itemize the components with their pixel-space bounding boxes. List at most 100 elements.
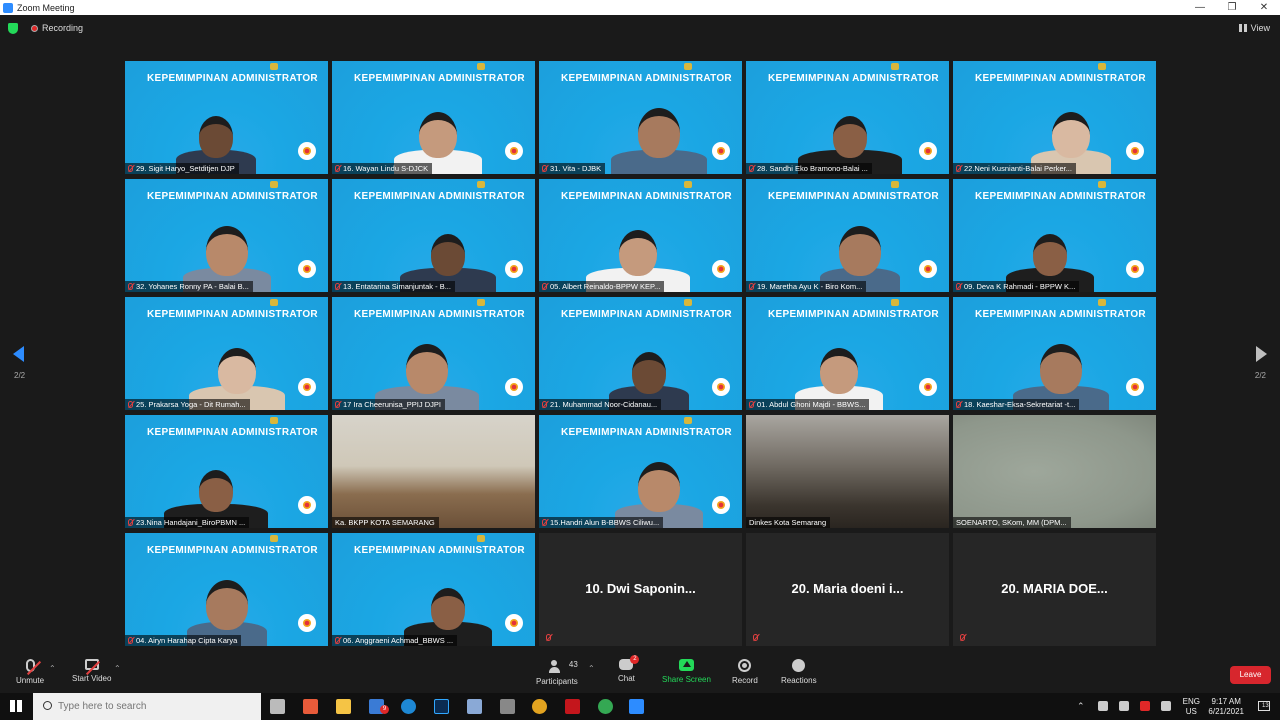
participant-name: 28. Sandhi Eko Bramono-Balai ...: [757, 164, 868, 173]
share-screen-label: Share Screen: [662, 675, 711, 684]
chrome-profile-icon[interactable]: [598, 699, 613, 714]
participant-name: 29. Sigit Haryo_Setditjen DJP: [136, 164, 235, 173]
crest-logo: [477, 181, 485, 188]
mic-muted-icon: [335, 637, 340, 644]
chat-button[interactable]: 2 Chat: [618, 655, 640, 683]
participant-tile[interactable]: 20. MARIA DOE...: [953, 533, 1156, 646]
share-screen-icon: [678, 659, 694, 671]
participant-tile[interactable]: KEPEMIMPINAN ADMINISTRATOR 05. Albert Rei…: [539, 179, 742, 292]
participant-tile[interactable]: KEPEMIMPINAN ADMINISTRATOR 28. Sandhi Eko…: [746, 61, 949, 174]
usb-icon[interactable]: [1098, 701, 1108, 711]
leave-button[interactable]: Leave: [1230, 666, 1271, 684]
participant-nametag: 06. Anggraeni Achmad_BBWS ...: [332, 635, 458, 646]
crest-logo: [477, 63, 485, 70]
edge-browser-icon[interactable]: [401, 699, 416, 714]
audio-options-caret-icon[interactable]: ⌃: [49, 664, 56, 673]
background-banner: KEPEMIMPINAN ADMINISTRATOR: [354, 309, 525, 320]
language-indicator[interactable]: ENG US: [1183, 697, 1200, 717]
participant-tile[interactable]: KEPEMIMPINAN ADMINISTRATOR 09. Deva K Rah…: [953, 179, 1156, 292]
participant-tile[interactable]: KEPEMIMPINAN ADMINISTRATOR 21. Muhammad N…: [539, 297, 742, 410]
prev-page-arrow-icon[interactable]: [13, 346, 24, 362]
participant-nametag: 09. Deva K Rahmadi - BPPW K...: [953, 281, 1080, 292]
participant-tile[interactable]: KEPEMIMPINAN ADMINISTRATOR 22.Neni Kusnia…: [953, 61, 1156, 174]
notification-center-icon[interactable]: 13: [1258, 701, 1270, 711]
participant-tile[interactable]: KEPEMIMPINAN ADMINISTRATOR 17 Ira Cheerun…: [332, 297, 535, 410]
participant-tile[interactable]: KEPEMIMPINAN ADMINISTRATOR 04. Airyn Hara…: [125, 533, 328, 646]
participant-tile[interactable]: Ka. BKPP KOTA SEMARANG: [332, 415, 535, 528]
share-screen-button[interactable]: Share Screen: [662, 659, 711, 684]
video-options-caret-icon[interactable]: ⌃: [114, 664, 121, 673]
task-view-icon[interactable]: [270, 699, 285, 714]
participants-caret-icon[interactable]: ⌃: [588, 664, 595, 673]
participant-tile[interactable]: KEPEMIMPINAN ADMINISTRATOR 25. Prakarsa Y…: [125, 297, 328, 410]
participant-tile[interactable]: 20. Maria doeni i...: [746, 533, 949, 646]
taskbar-clock[interactable]: 9:17 AM 6/21/2021: [1208, 697, 1244, 717]
next-page-arrow-icon[interactable]: [1256, 346, 1267, 362]
zoom-taskbar-icon[interactable]: [629, 699, 644, 714]
record-button[interactable]: Record: [732, 659, 758, 685]
participant-tile[interactable]: KEPEMIMPINAN ADMINISTRATOR 15.Handri Alun…: [539, 415, 742, 528]
participant-tile[interactable]: KEPEMIMPINAN ADMINISTRATOR 31. Vita - DJB…: [539, 61, 742, 174]
participants-button[interactable]: 43 Participants: [536, 659, 578, 686]
remote-desktop-icon[interactable]: [467, 699, 482, 714]
acrobat-icon[interactable]: [565, 699, 580, 714]
participant-name: 32. Yohanes Ronny PA - Balai B...: [136, 282, 249, 291]
video-gallery: KEPEMIMPINAN ADMINISTRATOR 29. Sigit Hary…: [125, 61, 1156, 647]
participant-name: Ka. BKPP KOTA SEMARANG: [335, 518, 435, 527]
participant-name: 05. Albert Reinaldo-BPPW KEP...: [550, 282, 661, 291]
crest-logo: [1098, 63, 1106, 70]
lang-top: ENG: [1182, 697, 1200, 706]
window-titlebar: Zoom Meeting — ❐ ✕: [0, 0, 1280, 15]
chrome-icon[interactable]: [532, 699, 547, 714]
start-video-button[interactable]: Start Video: [72, 659, 111, 683]
security-shield-icon[interactable]: [8, 23, 18, 34]
crest-logo: [477, 535, 485, 542]
participant-name: 01. Abdul Ghoni Majdi - BBWS...: [757, 400, 866, 409]
crest-logo: [270, 181, 278, 188]
file-explorer-icon[interactable]: [336, 699, 351, 714]
participant-name: 23.Nina Handajani_BiroPBMN ...: [136, 518, 246, 527]
participant-tile[interactable]: KEPEMIMPINAN ADMINISTRATOR 06. Anggraeni …: [332, 533, 535, 646]
background-logo: [1126, 260, 1144, 278]
participant-tile[interactable]: KEPEMIMPINAN ADMINISTRATOR 32. Yohanes Ro…: [125, 179, 328, 292]
participant-tile[interactable]: KEPEMIMPINAN ADMINISTRATOR 13. Entatarina…: [332, 179, 535, 292]
participant-tile[interactable]: KEPEMIMPINAN ADMINISTRATOR 29. Sigit Hary…: [125, 61, 328, 174]
page-indicator-left: 2/2: [14, 371, 26, 380]
participant-tile[interactable]: 10. Dwi Saponin...: [539, 533, 742, 646]
taskbar-search[interactable]: [33, 693, 261, 720]
restore-icon[interactable]: ❐: [1216, 0, 1248, 15]
participant-tile[interactable]: KEPEMIMPINAN ADMINISTRATOR 01. Abdul Ghon…: [746, 297, 949, 410]
view-button[interactable]: View: [1238, 23, 1270, 33]
zoom-app-icon: [3, 2, 13, 13]
volume-icon[interactable]: [1119, 701, 1129, 711]
close-icon[interactable]: ✕: [1248, 0, 1280, 15]
chat-label: Chat: [618, 674, 635, 683]
mic-muted-icon: [335, 283, 340, 290]
participant-tile[interactable]: KEPEMIMPINAN ADMINISTRATOR 19. Maretha Ay…: [746, 179, 949, 292]
participant-tile[interactable]: Dinkes Kota Semarang: [746, 415, 949, 528]
participant-tile[interactable]: SOENARTO, SKom, MM (DPM...: [953, 415, 1156, 528]
taskbar-search-input[interactable]: [58, 699, 248, 714]
participant-tile[interactable]: KEPEMIMPINAN ADMINISTRATOR 16. Wayan Lind…: [332, 61, 535, 174]
reactions-button[interactable]: Reactions: [781, 659, 817, 685]
antivirus-icon[interactable]: [1140, 701, 1150, 711]
background-logo: [505, 142, 523, 160]
background-banner: KEPEMIMPINAN ADMINISTRATOR: [147, 427, 318, 438]
participant-nametag: 23.Nina Handajani_BiroPBMN ...: [125, 517, 250, 528]
windows-start-icon[interactable]: [10, 700, 22, 712]
photoshop-icon[interactable]: [434, 699, 449, 714]
mail-icon[interactable]: 9: [369, 699, 389, 714]
participant-nametag: 22.Neni Kusnianti-Balai Perker...: [953, 163, 1076, 174]
unmute-button[interactable]: Unmute: [16, 659, 44, 685]
network-icon[interactable]: [1161, 701, 1171, 711]
minimize-icon[interactable]: —: [1184, 0, 1216, 15]
tray-overflow-icon[interactable]: ⌃: [1077, 701, 1087, 711]
lang-bottom: US: [1185, 707, 1197, 716]
participant-tile[interactable]: KEPEMIMPINAN ADMINISTRATOR 18. Kaeshar-Ek…: [953, 297, 1156, 410]
participant-tile[interactable]: KEPEMIMPINAN ADMINISTRATOR 23.Nina Handaj…: [125, 415, 328, 528]
app-icon[interactable]: [500, 699, 515, 714]
pen-app-icon[interactable]: [303, 699, 318, 714]
participant-nametag: 01. Abdul Ghoni Majdi - BBWS...: [746, 399, 870, 410]
background-banner: KEPEMIMPINAN ADMINISTRATOR: [147, 191, 318, 202]
view-label: View: [1250, 23, 1270, 33]
